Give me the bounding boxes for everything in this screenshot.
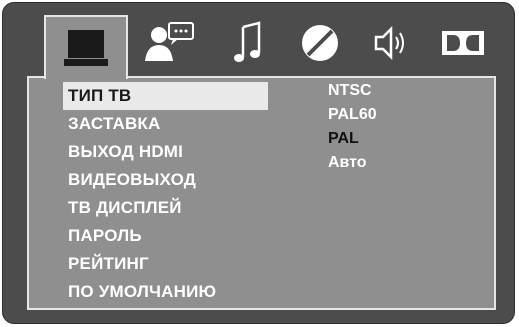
option-pal[interactable]: PAL [328, 127, 478, 151]
option-ntsc[interactable]: NTSC [328, 79, 478, 103]
speaker-volume-icon [374, 25, 404, 61]
menu-item-label: ПАРОЛЬ [68, 226, 142, 245]
tab-tv-setup[interactable] [44, 15, 128, 79]
menu-item-label: ВИДЕОВЫХОД [68, 170, 197, 189]
tab-language[interactable] [140, 15, 204, 71]
dvd-setup-screen: ТИП ТВ ЗАСТАВКА ВЫХОД HDMI ВИДЕОВЫХОД ТВ… [0, 0, 519, 327]
menu-item-screensaver[interactable]: ЗАСТАВКА [63, 110, 268, 138]
tab-dolby[interactable] [428, 15, 498, 71]
tab-audio[interactable] [220, 15, 276, 71]
menu-item-tv-type[interactable]: ТИП ТВ [63, 82, 268, 110]
tv-monitor-icon [64, 30, 108, 66]
menu-item-label: РЕЙТИНГ [68, 254, 149, 273]
option-label: PAL60 [328, 106, 377, 123]
menu-item-video-output[interactable]: ВИДЕОВЫХОД [63, 166, 268, 194]
menu-item-label: ЗАСТАВКА [68, 114, 161, 133]
disc-icon [302, 25, 338, 61]
option-label: PAL [328, 130, 359, 147]
menu-item-label: ТИП ТВ [68, 86, 132, 105]
menu-item-rating[interactable]: РЕЙТИНГ [63, 250, 268, 278]
option-label: NTSC [328, 82, 372, 99]
menu-item-default[interactable]: ПО УМОЛЧАНИЮ [63, 278, 268, 306]
dolby-icon [442, 31, 484, 55]
menu-item-password[interactable]: ПАРОЛЬ [63, 222, 268, 250]
speaker-person-subtitle-icon [145, 22, 194, 61]
tab-disc[interactable] [290, 15, 350, 71]
tab-speaker[interactable] [362, 15, 418, 71]
menu-item-tv-display[interactable]: ТВ ДИСПЛЕЙ [63, 194, 268, 222]
setup-menu-list: ТИП ТВ ЗАСТАВКА ВЫХОД HDMI ВИДЕОВЫХОД ТВ… [63, 82, 268, 306]
menu-item-hdmi-output[interactable]: ВЫХОД HDMI [63, 138, 268, 166]
menu-item-label: ПО УМОЛЧАНИЮ [68, 282, 217, 301]
option-auto[interactable]: Авто [328, 151, 478, 175]
setup-tab-bar [44, 15, 504, 79]
music-note-icon [234, 21, 261, 62]
menu-item-label: ВЫХОД HDMI [68, 142, 184, 161]
option-pal60[interactable]: PAL60 [328, 103, 478, 127]
option-label: Авто [328, 154, 367, 171]
tv-type-options: NTSC PAL60 PAL Авто [328, 79, 478, 175]
menu-item-label: ТВ ДИСПЛЕЙ [68, 198, 182, 217]
